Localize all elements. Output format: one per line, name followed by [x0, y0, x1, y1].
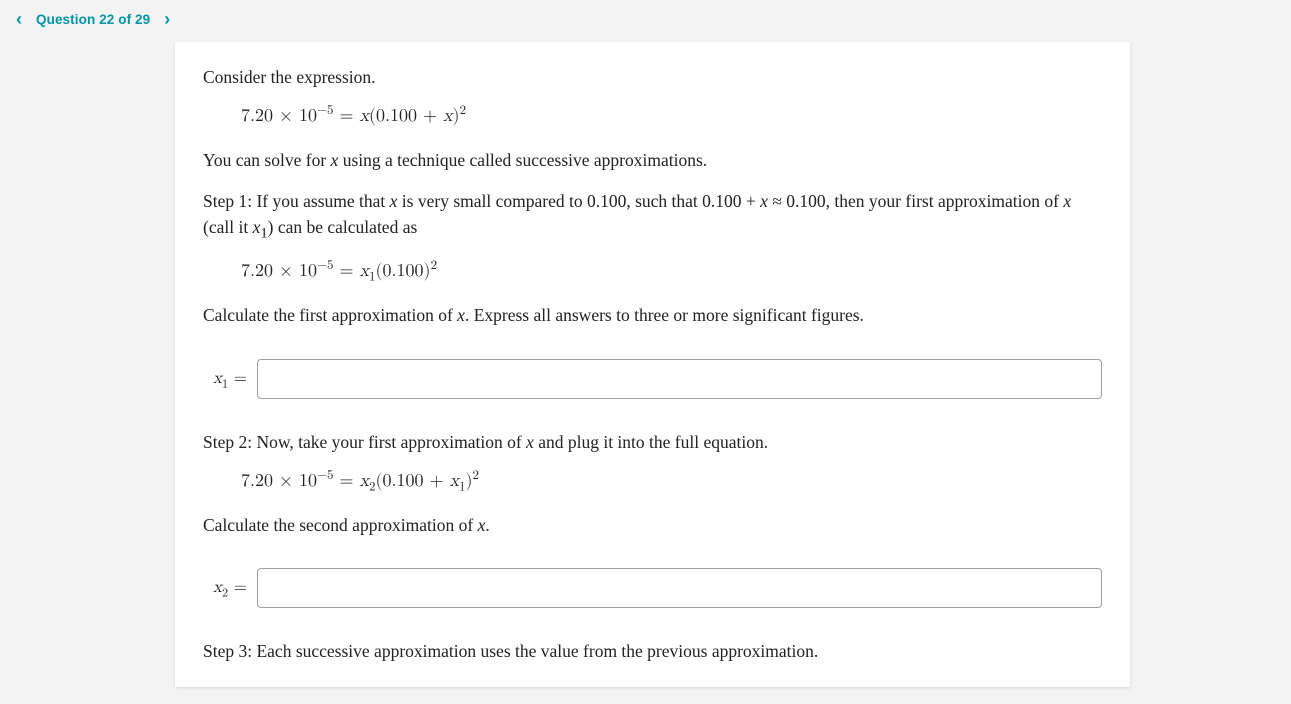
intro-text: Consider the expression. — [203, 64, 1102, 90]
next-question-arrow[interactable]: › — [158, 10, 176, 28]
equation-3: 7.20 × 10−5 = x2(0.100 + x1)2 — [241, 469, 1102, 494]
x2-input[interactable] — [257, 568, 1102, 608]
calc2-line: Calculate the second approximation of x. — [203, 512, 1102, 538]
step1-text: Step 1: If you assume that x is very sma… — [203, 188, 1102, 246]
answer-row-x1: x1 = — [203, 359, 1102, 399]
question-card: Consider the expression. 7.20 × 10−5 = x… — [175, 42, 1130, 687]
question-counter-label: Question 22 of 29 — [28, 12, 158, 27]
equation-2: 7.20 × 10−5 = x1(0.100)2 — [241, 259, 1102, 284]
x1-label: x1 = — [203, 369, 257, 389]
step2-text: Step 2: Now, take your first approximati… — [203, 429, 1102, 455]
step3-text: Step 3: Each successive approximation us… — [203, 638, 1102, 664]
x2-label: x2 = — [203, 578, 257, 598]
x1-input[interactable] — [257, 359, 1102, 399]
equation-1: 7.20 × 10−5 = x(0.100 + x)2 — [241, 104, 1102, 129]
question-nav-bar: ‹ Question 22 of 29 › — [0, 0, 1291, 38]
answer-row-x2: x2 = — [203, 568, 1102, 608]
calc1-line: Calculate the first approximation of x. … — [203, 302, 1102, 328]
prev-question-arrow[interactable]: ‹ — [10, 10, 28, 28]
method-line: You can solve for x using a technique ca… — [203, 147, 1102, 173]
